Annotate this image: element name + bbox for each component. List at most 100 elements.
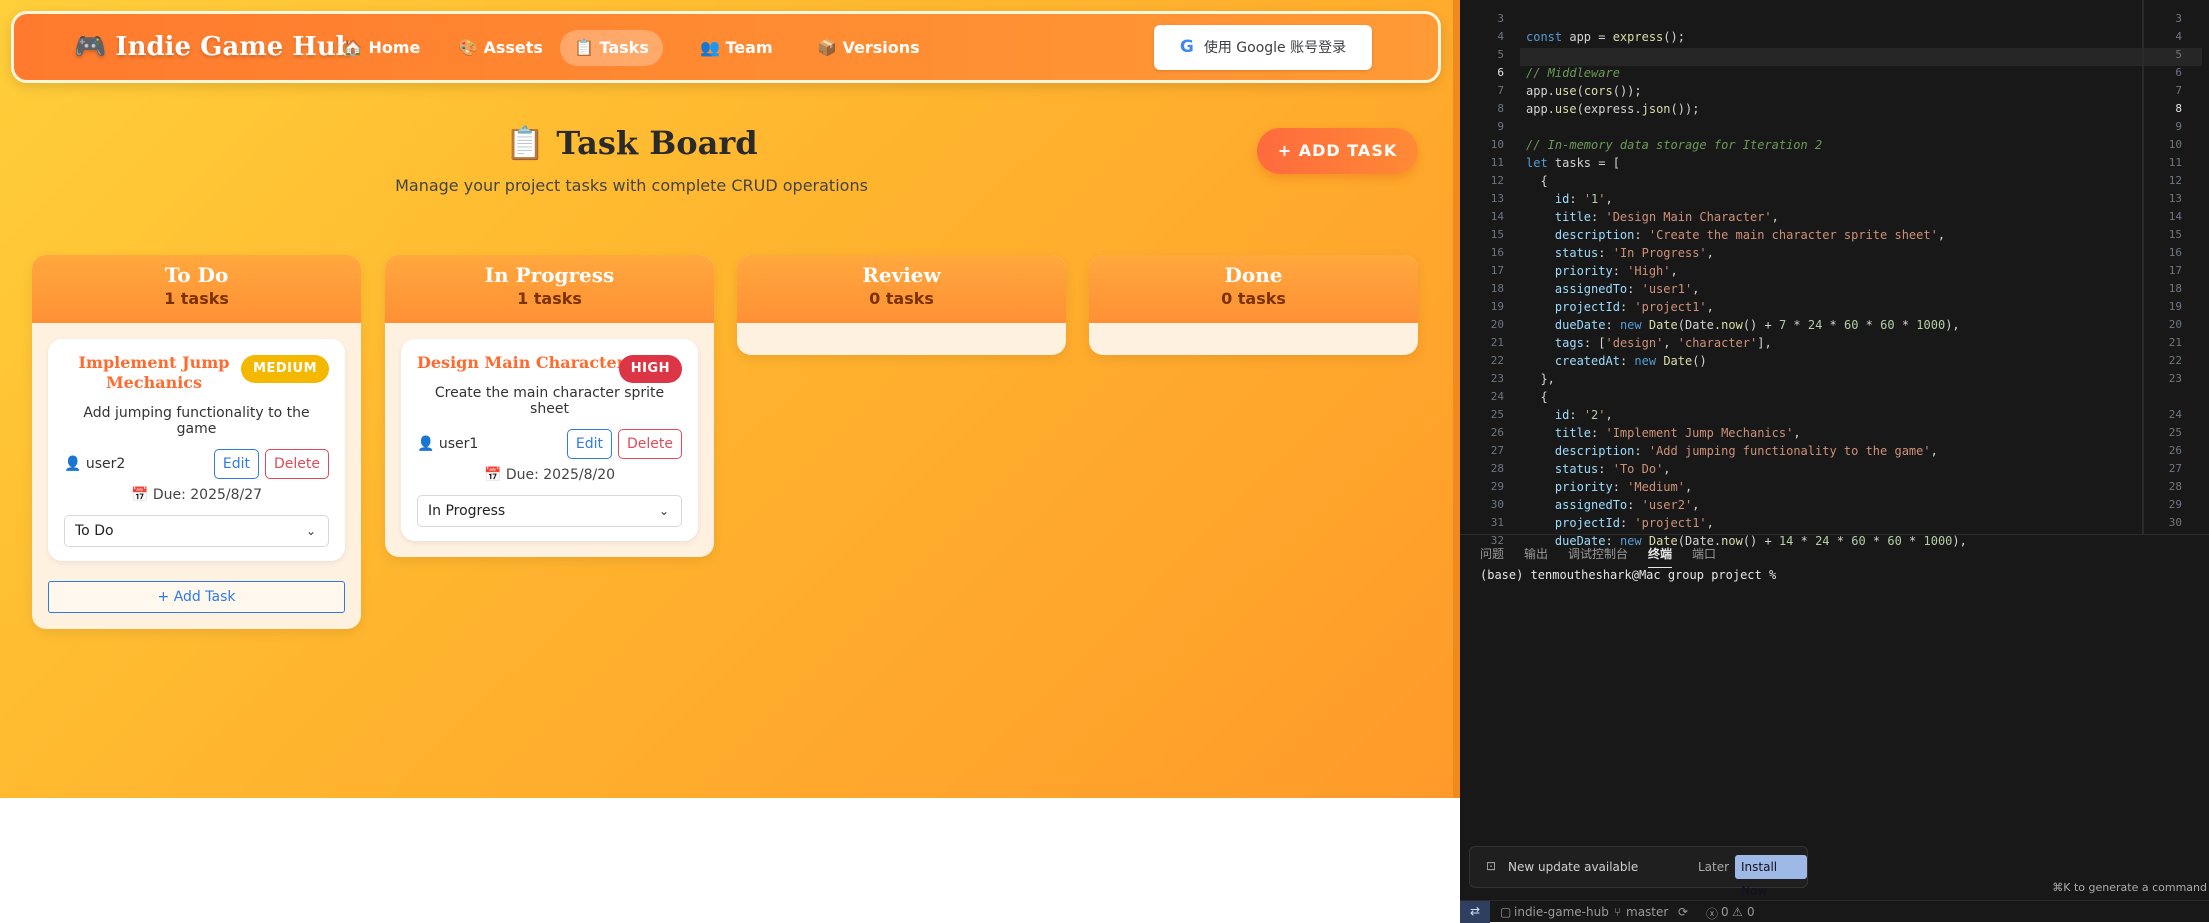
nav-tasks-label: Tasks [599,38,649,57]
repo-name[interactable]: indie-game-hub [1514,905,1609,919]
nav-assets-label: Assets [483,38,543,57]
nav-team[interactable]: 👥 Team [686,30,787,66]
line-number: 20 [1490,318,1504,331]
column-header: In Progress 1 tasks [385,255,714,323]
line-number: 8 [1497,102,1504,115]
line-number: 5 [1497,48,1504,61]
column-in-progress: In Progress 1 tasks Design Main Characte… [385,255,714,557]
line-number: 31 [1490,516,1504,529]
split-line-number: 13 [2168,192,2182,205]
code-line: dueDate: new Date(Date.now() + 7 * 24 * … [1554,318,1960,332]
chevron-down-icon: ⌄ [658,504,669,518]
later-button[interactable]: Later [1698,860,1729,874]
column-add-task-button[interactable]: + Add Task [48,581,345,613]
palette-icon: 🎨 [458,38,478,57]
code-line: status: 'To Do', [1554,462,1671,476]
code-line: // In-memory data storage for Iteration … [1526,138,1823,152]
split-line-number: 24 [2168,408,2182,421]
error-count[interactable]: 0 [1721,905,1729,919]
status-select[interactable]: To Do ⌄ [64,515,329,547]
web-app-window: 🎮 Indie Game Hub 🏠 Home 🎨 Assets 📋 Tasks… [0,0,1460,798]
tab-debug-console[interactable]: 调试控制台 [1568,545,1628,562]
code-line: assignedTo: 'user2', [1554,498,1700,512]
column-title: Done [1224,263,1283,287]
code-line: createdAt: new Date() [1554,354,1707,368]
tab-output[interactable]: 输出 [1524,545,1548,562]
column-body [737,323,1066,355]
line-number: 15 [1490,228,1504,241]
due-date: 📅 Due: 2025/8/27 [130,487,263,503]
update-icon: ⊡ [1486,859,1497,873]
column-count: 0 tasks [869,289,934,308]
page-title: 📋 Task Board [505,124,758,162]
line-number: 11 [1490,156,1504,169]
line-number: 28 [1490,462,1504,475]
brand-logo[interactable]: 🎮 Indie Game Hub [74,14,354,80]
code-line: { [1526,174,1548,188]
tab-terminal[interactable]: 终端 [1648,545,1673,568]
column-title: Review [862,263,941,287]
line-number: 10 [1490,138,1504,151]
column-header: To Do 1 tasks [32,255,361,323]
split-line-number: 10 [2168,138,2182,151]
google-login-button[interactable]: G 使用 Google 账号登录 [1154,25,1372,70]
column-body: Design Main Character HIGH Create the ma… [385,323,714,557]
status-value: To Do [75,523,114,539]
warning-count[interactable]: 0 [1747,905,1755,919]
line-number: 17 [1490,264,1504,277]
code-line: // Middleware [1526,66,1620,80]
line-number: 9 [1497,120,1504,133]
nav-assets[interactable]: 🎨 Assets [444,30,557,66]
code-line: { [1526,390,1548,404]
task-description: Add jumping functionality to the game [83,405,310,437]
line-number: 7 [1497,84,1504,97]
column-done: Done 0 tasks [1089,255,1418,355]
task-meta-row: 👤 user2 Edit Delete [64,449,329,479]
line-number: 30 [1490,498,1504,511]
priority-badge: HIGH [618,355,682,383]
command-hint: ⌘K to generate a command [2052,881,2207,894]
tab-problems[interactable]: 问题 [1480,545,1504,562]
line-number: 13 [1490,192,1504,205]
edit-button[interactable]: Edit [213,449,259,479]
remote-icon[interactable]: ⇄ [1460,901,1490,923]
delete-button[interactable]: Delete [618,429,682,459]
code-line: description: 'Add jumping functionality … [1554,444,1938,458]
split-line-number: 17 [2168,264,2182,277]
terminal-prompt[interactable]: (base) tenmoutheshark@Mac group project … [1480,568,1776,582]
column-header: Review 0 tasks [737,255,1066,323]
edit-button[interactable]: Edit [566,429,612,459]
nav-versions[interactable]: 📦 Versions [803,30,934,66]
status-select[interactable]: In Progress ⌄ [417,495,682,527]
sync-icon[interactable]: ⟳ [1678,905,1688,919]
split-line-number: 27 [2168,462,2182,475]
assignee: 👤 user1 [417,436,479,452]
split-line-number: 25 [2168,426,2182,439]
split-line-number: 29 [2168,498,2182,511]
nav-home[interactable]: 🏠 Home [329,30,434,66]
delete-button[interactable]: Delete [265,449,329,479]
split-line-number: 23 [2168,372,2182,385]
code-area[interactable]: 3 4 5 6 7 8 9 10 11 12 13 14 15 16 17 18 19 20 21 22 23 24 25 2… [1460,0,2209,548]
branch-name[interactable]: master [1626,905,1668,919]
line-number: 25 [1490,408,1504,421]
column-review: Review 0 tasks [737,255,1066,355]
tab-ports[interactable]: 端口 [1692,545,1716,562]
task-card: Implement Jump Mechanics MEDIUM Add jump… [48,339,345,561]
code-line: title: 'Design Main Character', [1554,210,1779,224]
install-now-button[interactable]: Install Now [1735,855,1807,898]
code-line: const app = express(); [1526,30,1685,44]
split-line-number: 8 [2175,102,2182,115]
page-subtitle: Manage your project tasks with complete … [395,176,868,195]
line-number: 16 [1490,246,1504,259]
task-description: Create the main character sprite sheet [434,385,665,417]
add-task-button[interactable]: + ADD TASK [1257,128,1418,174]
nav-tasks[interactable]: 📋 Tasks [560,30,663,66]
home-icon: 🏠 [343,38,363,57]
split-line-number: 4 [2175,30,2182,43]
split-line-number: 16 [2168,246,2182,259]
split-line-number: 5 [2175,48,2182,61]
google-login-label: 使用 Google 账号登录 [1203,40,1347,56]
line-number: 14 [1490,210,1504,223]
code-line: id: '2', [1554,408,1613,422]
